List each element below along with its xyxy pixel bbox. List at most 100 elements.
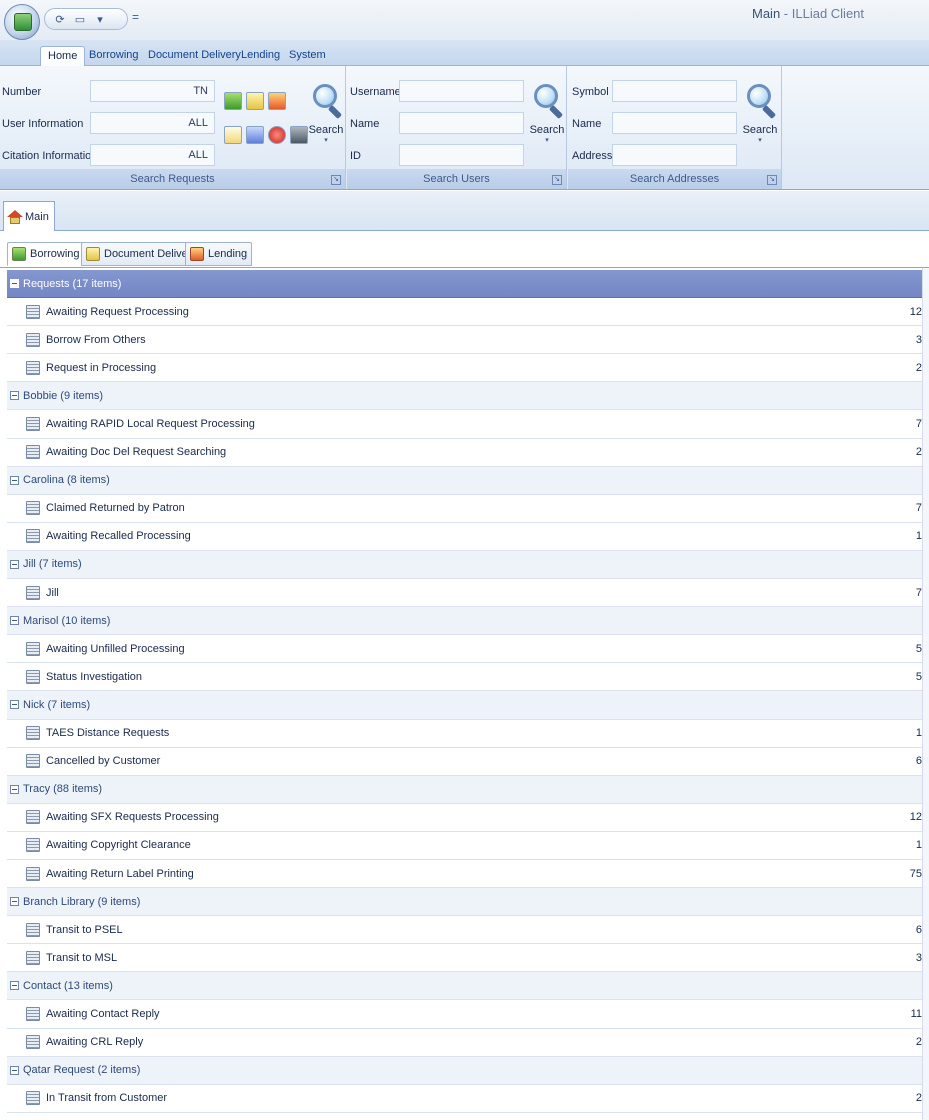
queue-list-icon: [26, 838, 40, 853]
queue-item-row[interactable]: Borrow From Others 3: [7, 326, 922, 355]
queue-subtab-strip: Borrowing Document Delivery Lending: [0, 232, 929, 268]
queue-group-row[interactable]: Jill (7 items): [7, 550, 922, 580]
queue-group-row[interactable]: Contact (13 items): [7, 972, 922, 1001]
search-addresses-group: Symbol Name Address Search ▾ Search Addr…: [568, 66, 782, 189]
queue-item-row[interactable]: Jill 7: [7, 579, 922, 608]
collapse-icon[interactable]: [10, 700, 19, 710]
queue-group-row[interactable]: Marisol (10 items): [7, 607, 922, 636]
address-field[interactable]: [612, 144, 737, 166]
queue-item-row[interactable]: Claimed Returned by Patron 7: [7, 494, 922, 523]
queue-item-label: Awaiting RAPID Local Request Processing: [46, 418, 255, 431]
queue-list-icon: [26, 810, 40, 825]
collapse-icon[interactable]: [10, 784, 19, 794]
dialog-launcher-icon[interactable]: ↘: [552, 175, 562, 185]
chevron-down-icon[interactable]: ▾: [93, 12, 107, 26]
queue-group-row[interactable]: Qatar Request (2 items): [7, 1056, 922, 1085]
search-addresses-button[interactable]: Search ▾: [740, 78, 780, 174]
subtab-borrowing[interactable]: Borrowing: [7, 242, 85, 266]
tab-lending[interactable]: Lending: [234, 46, 287, 66]
queue-item-row[interactable]: TAES Distance Requests 1: [7, 719, 922, 748]
queue-group-row[interactable]: Tracy (88 items): [7, 775, 922, 804]
queue-item-count: 12: [909, 305, 922, 318]
username-label: Username: [350, 86, 401, 98]
queue-item-row[interactable]: Status Investigation 5: [7, 663, 922, 692]
queue-group-label: Carolina (8 items): [23, 474, 110, 487]
application-menu-button[interactable]: [4, 4, 40, 40]
queue-list-icon: [26, 726, 40, 741]
queue-item-row[interactable]: In Transit from Customer 2: [7, 1084, 922, 1113]
queue-group-row[interactable]: Requests (17 items): [7, 270, 922, 299]
customize-quick-access-button[interactable]: =: [132, 10, 139, 24]
dialog-launcher-icon[interactable]: ↘: [767, 175, 777, 185]
queue-item-row[interactable]: Cancelled by Customer 6: [7, 747, 922, 776]
collapse-icon[interactable]: [10, 1065, 19, 1075]
cancel-icon[interactable]: [268, 126, 286, 144]
queue-item-label: Status Investigation: [46, 670, 143, 683]
collapse-icon[interactable]: [10, 981, 19, 991]
collapse-icon[interactable]: [10, 475, 19, 485]
document-delivery-icon[interactable]: [246, 92, 264, 110]
id-field[interactable]: [399, 144, 524, 166]
symbol-field[interactable]: [612, 80, 737, 102]
queue-item-row[interactable]: Awaiting SFX Requests Processing 12: [7, 803, 922, 832]
queue-item-row[interactable]: Awaiting CRL Reply 2: [7, 1028, 922, 1057]
queue-item-row[interactable]: Awaiting Contact Reply 11: [7, 1000, 922, 1029]
collapse-icon[interactable]: [10, 391, 19, 401]
username-field[interactable]: [399, 80, 524, 102]
citation-information-field[interactable]: ALL: [90, 144, 215, 166]
edit-note-icon[interactable]: [224, 126, 242, 144]
queue-item-row[interactable]: Awaiting Return Label Printing 75: [7, 859, 922, 889]
queue-group-row[interactable]: Branch Library (9 items): [7, 888, 922, 917]
user-information-field[interactable]: ALL: [90, 112, 215, 134]
collapse-icon[interactable]: [10, 279, 19, 289]
collapse-icon[interactable]: [10, 559, 19, 569]
number-field[interactable]: TN: [90, 80, 215, 102]
borrowing-request-icon[interactable]: [224, 92, 242, 110]
queue-item-label: Awaiting Copyright Clearance: [46, 839, 191, 852]
tab-home[interactable]: Home: [40, 46, 86, 66]
queue-item-label: Awaiting Doc Del Request Searching: [46, 446, 227, 459]
name-label: Name: [350, 118, 380, 130]
queue-item-row[interactable]: Transit to MSL 3: [7, 944, 922, 973]
queue-group-row[interactable]: Nick (7 items): [7, 691, 922, 720]
queue-item-row[interactable]: Awaiting Recalled Processing 1: [7, 522, 922, 551]
collapse-icon[interactable]: [10, 616, 19, 626]
queue-list: Requests (17 items) Awaiting Request Proc…: [7, 270, 922, 1113]
tab-document-delivery[interactable]: Document Delivery: [141, 46, 248, 66]
dialog-launcher-icon[interactable]: ↘: [331, 175, 341, 185]
queue-item-row[interactable]: Awaiting Request Processing 12: [7, 298, 922, 327]
chevron-down-icon: ▾: [324, 137, 328, 144]
collapse-icon[interactable]: [10, 897, 19, 907]
vertical-scrollbar[interactable]: [922, 268, 929, 1120]
queue-item-row[interactable]: Awaiting RAPID Local Request Processing 7: [7, 410, 922, 439]
subtab-lending[interactable]: Lending: [185, 242, 253, 266]
ribbon-tab-strip: Home Borrowing Document Delivery Lending…: [0, 40, 929, 66]
queue-group-label: Branch Library (9 items): [23, 895, 141, 908]
lending-request-icon[interactable]: [268, 92, 286, 110]
tab-system[interactable]: System: [282, 46, 333, 66]
app-logo-icon: [14, 13, 32, 31]
name-field[interactable]: [399, 112, 524, 134]
new-document-icon[interactable]: ▭: [73, 12, 87, 26]
queue-item-row[interactable]: Transit to PSEL 6: [7, 916, 922, 945]
route-icon[interactable]: [246, 126, 264, 144]
refresh-icon[interactable]: ⟳: [53, 12, 67, 26]
borrowing-icon: [12, 247, 26, 261]
queue-item-row[interactable]: Request in Processing 2: [7, 354, 922, 383]
search-requests-button[interactable]: Search ▾: [306, 78, 346, 174]
queue-group-row[interactable]: Carolina (8 items): [7, 466, 922, 495]
search-icon: [532, 84, 564, 122]
search-requests-group: Number TN User Information ALL Citation …: [0, 66, 346, 189]
queue-group-label: Marisol (10 items): [23, 614, 111, 627]
tab-borrowing[interactable]: Borrowing: [82, 46, 146, 66]
queue-group-row[interactable]: Bobbie (9 items): [7, 382, 922, 411]
search-requests-caption: Search Requests: [0, 169, 345, 189]
search-users-button[interactable]: Search ▾: [527, 78, 567, 174]
subtab-document-delivery[interactable]: Document Delivery: [81, 242, 202, 266]
tab-main[interactable]: Main: [3, 201, 55, 231]
address-name-field[interactable]: [612, 112, 737, 134]
queue-item-row[interactable]: Awaiting Copyright Clearance 1: [7, 831, 922, 860]
queue-item-row[interactable]: Awaiting Doc Del Request Searching 2: [7, 438, 922, 467]
queue-item-row[interactable]: Awaiting Unfilled Processing 5: [7, 635, 922, 664]
user-information-label: User Information: [2, 118, 84, 130]
